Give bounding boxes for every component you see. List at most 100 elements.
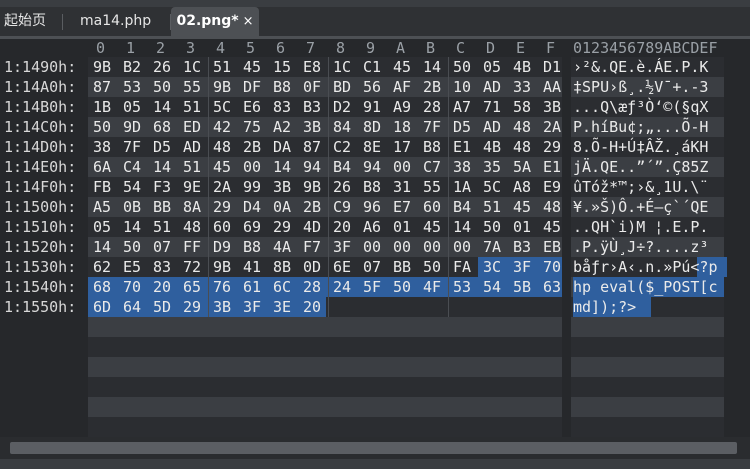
hex-byte[interactable]: ED — [178, 118, 206, 136]
hex-byte[interactable]: 9B — [208, 78, 236, 96]
hex-byte[interactable]: 14 — [88, 238, 116, 256]
hex-byte[interactable]: BD — [328, 78, 356, 96]
ascii-text[interactable]: ›²&.QE.è.ÁE.P.K — [573, 58, 708, 76]
hex-byte[interactable]: 20 — [328, 218, 356, 236]
hex-byte[interactable]: 38 — [88, 138, 116, 156]
hex-byte[interactable]: 64 — [118, 298, 146, 316]
tab-02-png[interactable]: 02.png* × — [171, 7, 259, 36]
tab-ma14-php[interactable]: ma14.php — [80, 7, 151, 36]
hex-byte[interactable]: 65 — [178, 278, 206, 296]
hex-byte[interactable]: EB — [538, 238, 566, 256]
hex-byte[interactable]: F3 — [148, 178, 176, 196]
hex-byte[interactable]: 48 — [508, 118, 536, 136]
hex-byte[interactable]: 76 — [208, 278, 236, 296]
hex-byte[interactable]: 83 — [268, 98, 296, 116]
hex-byte[interactable]: 45 — [238, 58, 266, 76]
hex-byte[interactable]: 0A — [268, 198, 296, 216]
hex-byte[interactable]: 60 — [418, 198, 446, 216]
hex-byte[interactable]: 68 — [148, 118, 176, 136]
hex-byte[interactable]: 50 — [118, 238, 146, 256]
ascii-text[interactable]: båƒr›A‹.n.»Pú<?p — [573, 258, 718, 276]
hex-byte[interactable]: AD — [478, 118, 506, 136]
hex-byte[interactable]: 7A — [478, 238, 506, 256]
hex-byte[interactable]: A9 — [388, 98, 416, 116]
hex-byte[interactable]: 53 — [118, 78, 146, 96]
hex-byte[interactable]: 6C — [268, 278, 296, 296]
hex-byte[interactable]: 00 — [388, 238, 416, 256]
ascii-text[interactable]: ...Q\æƒ³Ò‘©(§qX — [573, 98, 708, 116]
hex-byte[interactable]: 54 — [118, 178, 146, 196]
hex-byte[interactable]: 70 — [118, 278, 146, 296]
hex-byte[interactable]: 51 — [178, 98, 206, 116]
hex-byte[interactable]: E8 — [298, 58, 326, 76]
tab-start-page[interactable]: 起始页 — [4, 7, 46, 36]
hex-byte[interactable]: 8D — [358, 118, 386, 136]
hex-byte[interactable]: 3B — [208, 298, 236, 316]
hex-byte[interactable]: 00 — [418, 238, 446, 256]
hex-byte[interactable]: 0F — [298, 78, 326, 96]
hex-byte[interactable]: 2A — [208, 178, 236, 196]
ascii-text[interactable]: md]);?> — [573, 298, 645, 316]
hex-byte[interactable]: 87 — [298, 138, 326, 156]
hex-byte[interactable]: 69 — [238, 218, 266, 236]
hex-byte[interactable]: AA — [538, 78, 566, 96]
hex-byte[interactable]: 35 — [478, 158, 506, 176]
hex-byte[interactable]: 4F — [418, 278, 446, 296]
hex-byte[interactable]: A7 — [448, 98, 476, 116]
hex-byte[interactable]: 1B — [88, 98, 116, 116]
hex-byte[interactable]: 01 — [388, 218, 416, 236]
hex-byte[interactable]: 70 — [538, 258, 566, 276]
hex-byte[interactable]: BB — [148, 198, 176, 216]
hex-byte[interactable]: 53 — [448, 278, 476, 296]
hex-byte[interactable]: 07 — [358, 258, 386, 276]
hex-byte[interactable]: C7 — [418, 158, 446, 176]
hex-byte[interactable]: 3E — [268, 298, 296, 316]
hex-byte[interactable]: 45 — [388, 58, 416, 76]
hex-byte[interactable]: 00 — [238, 158, 266, 176]
hex-byte[interactable]: 0B — [118, 198, 146, 216]
hex-byte[interactable]: C4 — [118, 158, 146, 176]
hex-byte[interactable]: 3B — [298, 118, 326, 136]
hex-byte[interactable]: 63 — [538, 278, 566, 296]
hex-byte[interactable]: 15 — [268, 58, 296, 76]
hex-byte[interactable]: 50 — [448, 58, 476, 76]
hex-byte[interactable]: 68 — [88, 278, 116, 296]
hex-byte[interactable]: 5A — [508, 158, 536, 176]
hex-byte[interactable]: 4A — [268, 238, 296, 256]
ascii-text[interactable]: ‡SPU›ß¸.½V¯+.-3 — [573, 78, 708, 96]
hex-byte[interactable]: 20 — [298, 298, 326, 316]
hex-byte[interactable]: 54 — [478, 278, 506, 296]
hex-byte[interactable]: 00 — [358, 238, 386, 256]
hex-byte[interactable]: C2 — [328, 138, 356, 156]
hex-byte[interactable]: AD — [478, 78, 506, 96]
ascii-text[interactable]: jÄ.QE..”´”.Ç85Z — [573, 158, 708, 176]
hex-byte[interactable]: 1C — [328, 58, 356, 76]
hex-byte[interactable]: 1C — [178, 58, 206, 76]
hex-byte[interactable]: 75 — [238, 118, 266, 136]
hex-byte[interactable]: 8B — [268, 258, 296, 276]
hex-byte[interactable]: 14 — [268, 158, 296, 176]
hex-byte[interactable]: 14 — [118, 218, 146, 236]
hex-byte[interactable]: 4B — [478, 138, 506, 156]
hex-byte[interactable]: DA — [268, 138, 296, 156]
hex-byte[interactable]: D4 — [238, 198, 266, 216]
hex-byte[interactable]: 24 — [328, 278, 356, 296]
hex-byte[interactable]: 17 — [388, 138, 416, 156]
hex-byte[interactable]: 5C — [478, 178, 506, 196]
hex-byte[interactable]: B4 — [328, 158, 356, 176]
hex-byte[interactable]: 20 — [148, 278, 176, 296]
hex-byte[interactable]: 5D — [148, 298, 176, 316]
ascii-text[interactable]: 8.Õ-H+Ú‡ÂŽ.¸áKH — [573, 138, 708, 156]
hex-byte[interactable]: 48 — [178, 218, 206, 236]
ascii-text[interactable]: ûTóž*™;›&¸1U.\¨ — [573, 178, 708, 196]
hex-byte[interactable]: 51 — [148, 218, 176, 236]
hex-byte[interactable]: C1 — [358, 58, 386, 76]
hex-byte[interactable]: 55 — [178, 78, 206, 96]
hex-byte[interactable]: 45 — [508, 198, 536, 216]
hex-byte[interactable]: 29 — [538, 138, 566, 156]
hex-byte[interactable]: 50 — [88, 118, 116, 136]
hex-byte[interactable]: 9E — [178, 178, 206, 196]
hex-byte[interactable]: 87 — [88, 78, 116, 96]
hex-byte[interactable]: 58 — [508, 98, 536, 116]
hex-byte[interactable]: 50 — [418, 258, 446, 276]
